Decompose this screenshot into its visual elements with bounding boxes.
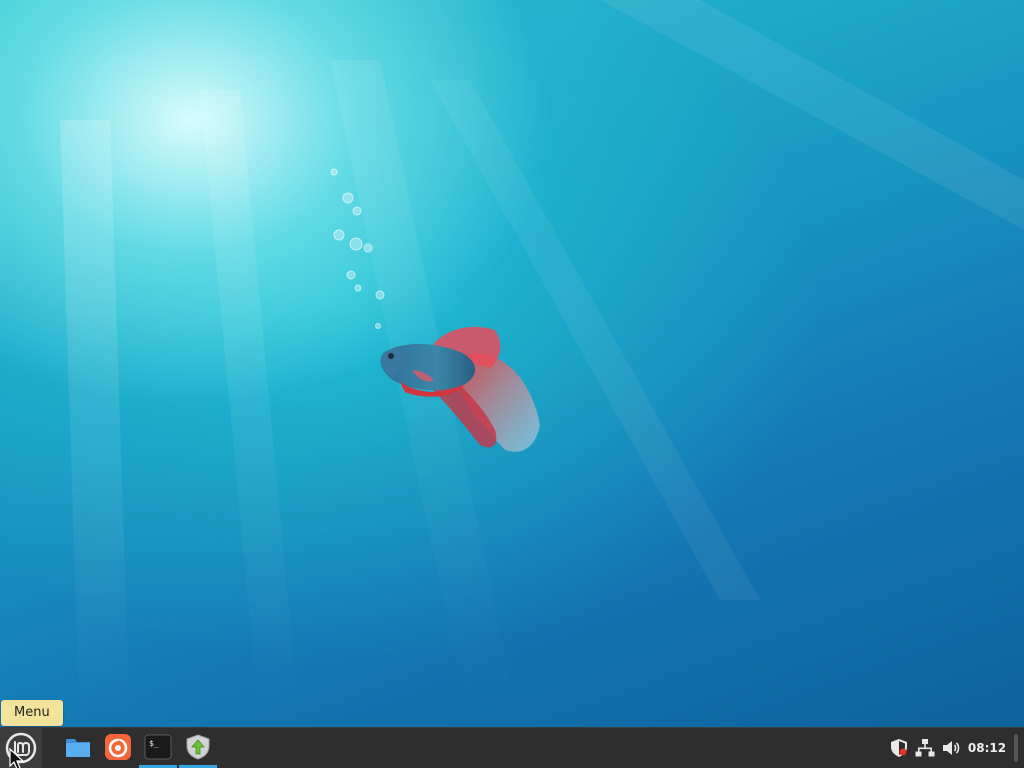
clock[interactable]: 08:12 — [964, 728, 1010, 768]
files-launcher[interactable] — [59, 728, 97, 768]
desktop: Menu $_ 08:12 — [0, 0, 1024, 768]
folder-icon — [66, 739, 90, 757]
betta-fish — [380, 326, 540, 452]
mouse-cursor-icon — [9, 748, 25, 768]
wallpaper — [60, 0, 1024, 727]
firefox-icon — [105, 734, 131, 760]
tray-update-shield[interactable] — [887, 728, 911, 768]
shield-update-icon — [186, 734, 210, 760]
taskbar: $_ 08:12 — [0, 727, 1024, 768]
update-manager-launcher[interactable] — [179, 728, 217, 768]
tray-volume[interactable] — [939, 728, 963, 768]
shield-alert-icon — [891, 739, 907, 757]
menu-tooltip: Menu — [1, 700, 63, 726]
terminal-icon: $_ — [144, 734, 172, 760]
volume-icon — [943, 741, 960, 755]
terminal-launcher[interactable]: $_ — [139, 728, 177, 768]
svg-text:$_: $_ — [149, 739, 159, 748]
network-icon — [915, 739, 935, 757]
panel-edge-handle — [1014, 734, 1018, 762]
tray-network[interactable] — [913, 728, 937, 768]
firefox-launcher[interactable] — [99, 728, 137, 768]
